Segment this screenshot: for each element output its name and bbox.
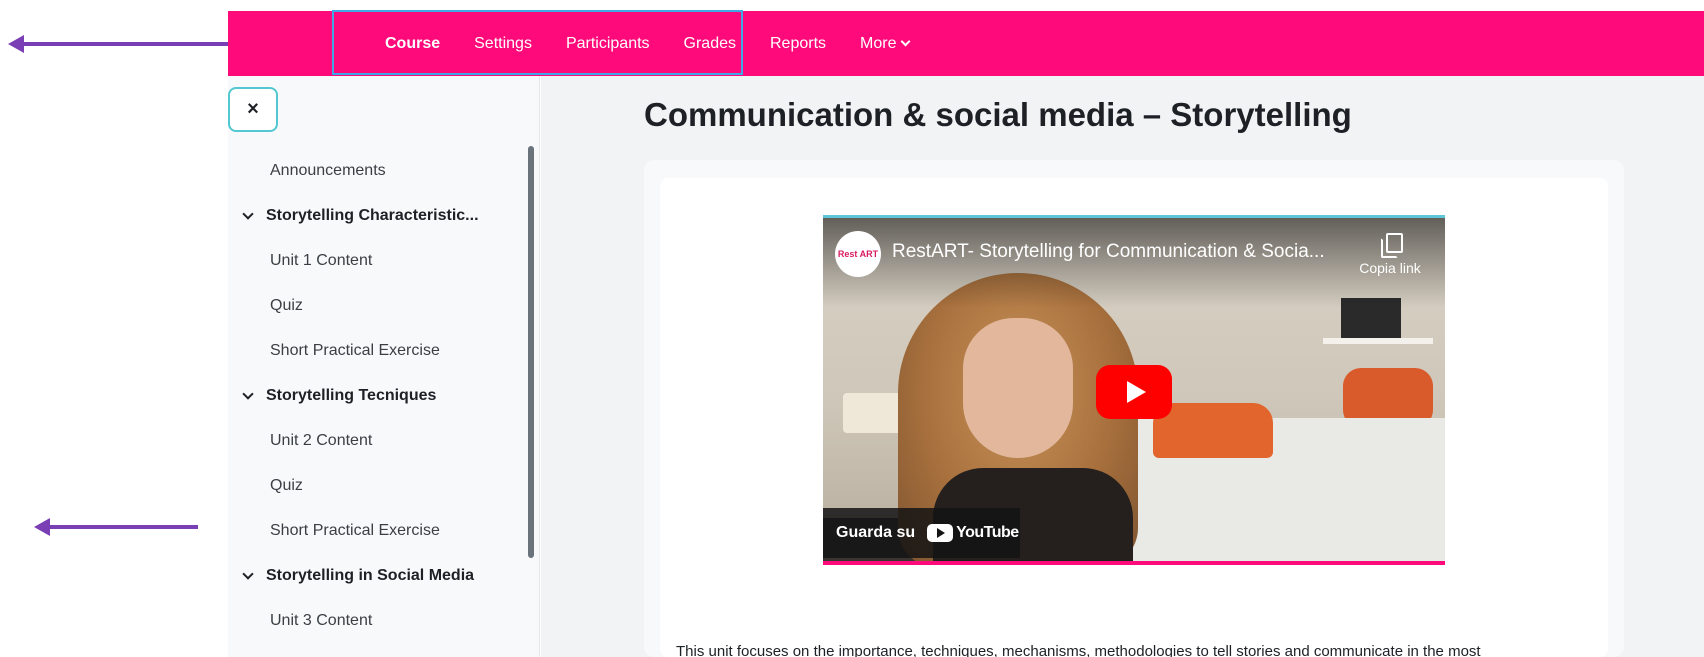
- page-title: Communication & social media – Storytell…: [644, 96, 1352, 133]
- annotation-arrow-sidebar: [34, 518, 198, 536]
- nav-grades-label: Grades: [683, 34, 736, 52]
- watch-on-youtube-button[interactable]: Guarda su YouTube: [823, 508, 1020, 558]
- course-index-sidebar: × Announcements Storytelling Characteris…: [228, 76, 540, 657]
- video-thumbnail-chair: [1153, 403, 1273, 458]
- sidebar-item-unit-2-content[interactable]: Unit 2 Content: [270, 432, 372, 450]
- sidebar-item-announcements[interactable]: Announcements: [270, 162, 386, 180]
- channel-logo[interactable]: Rest ART: [835, 231, 881, 277]
- top-navbar: Course Settings Participants Grades Repo…: [228, 10, 1704, 76]
- copy-icon: [1380, 233, 1403, 258]
- unit-description: This unit focuses on the importance, tec…: [676, 643, 1481, 657]
- video-thumbnail-shelf: [1323, 338, 1433, 344]
- video-title[interactable]: RestART- Storytelling for Communication …: [892, 241, 1325, 263]
- copy-link-label: Copia link: [1359, 260, 1421, 276]
- nav-course[interactable]: Course: [368, 11, 457, 76]
- video-thumbnail-person-face: [963, 318, 1073, 458]
- play-button[interactable]: [1096, 365, 1172, 419]
- chevron-down-icon[interactable]: [242, 387, 254, 400]
- sidebar-section-label: Storytelling Characteristic...: [266, 207, 479, 224]
- youtube-wordmark: YouTube: [956, 524, 1019, 541]
- watch-on-label: Guarda su: [836, 524, 916, 541]
- nav-participants-label: Participants: [565, 34, 650, 52]
- close-sidebar-button[interactable]: ×: [228, 87, 278, 132]
- chevron-down-icon[interactable]: [242, 567, 254, 580]
- nav-more[interactable]: More: [843, 11, 926, 76]
- nav-participants[interactable]: Participants: [549, 11, 667, 76]
- copy-link-button[interactable]: Copia link: [1350, 233, 1430, 276]
- channel-logo-text: Rest ART: [837, 248, 879, 259]
- nav-reports-label: Reports: [770, 34, 827, 52]
- nav-settings-label: Settings: [474, 34, 532, 52]
- youtube-logo: YouTube: [927, 524, 1019, 542]
- nav-settings[interactable]: Settings: [457, 11, 549, 76]
- close-icon: ×: [247, 98, 259, 120]
- chevron-down-icon[interactable]: [242, 207, 254, 220]
- sidebar-item-unit-3-content[interactable]: Unit 3 Content: [270, 612, 372, 630]
- page: Course Settings Participants Grades Repo…: [0, 0, 1704, 657]
- content-card-body: Rest ART RestART- Storytelling for Commu…: [660, 178, 1608, 657]
- sidebar-item-exercise-1[interactable]: Short Practical Exercise: [270, 342, 440, 360]
- youtube-video-player[interactable]: Rest ART RestART- Storytelling for Commu…: [823, 215, 1445, 565]
- nav-grades[interactable]: Grades: [667, 11, 753, 76]
- course-nav: Course Settings Participants Grades Repo…: [368, 11, 926, 76]
- content-card: Rest ART RestART- Storytelling for Commu…: [644, 160, 1624, 657]
- sidebar-item-exercise-2[interactable]: Short Practical Exercise: [270, 522, 440, 540]
- sidebar-section-social-media[interactable]: Storytelling in Social Media: [242, 567, 475, 585]
- nav-more-label: More: [860, 34, 897, 52]
- sidebar-item-quiz-2[interactable]: Quiz: [270, 477, 303, 495]
- main-content: Communication & social media – Storytell…: [541, 76, 1704, 657]
- sidebar-item-unit-1-content[interactable]: Unit 1 Content: [270, 252, 372, 270]
- sidebar-scrollbar[interactable]: [528, 146, 534, 558]
- nav-reports[interactable]: Reports: [753, 11, 843, 76]
- chevron-down-icon: [901, 36, 911, 47]
- sidebar-item-quiz-1[interactable]: Quiz: [270, 297, 303, 315]
- sidebar-section-label: Storytelling Tecniques: [266, 387, 437, 404]
- youtube-play-icon: [927, 524, 954, 542]
- sidebar-section-techniques[interactable]: Storytelling Tecniques: [242, 387, 437, 405]
- sidebar-section-label: Storytelling in Social Media: [266, 567, 475, 584]
- nav-course-label: Course: [385, 34, 441, 52]
- sidebar-section-characteristics[interactable]: Storytelling Characteristic...: [242, 207, 479, 225]
- play-icon: [1126, 381, 1146, 403]
